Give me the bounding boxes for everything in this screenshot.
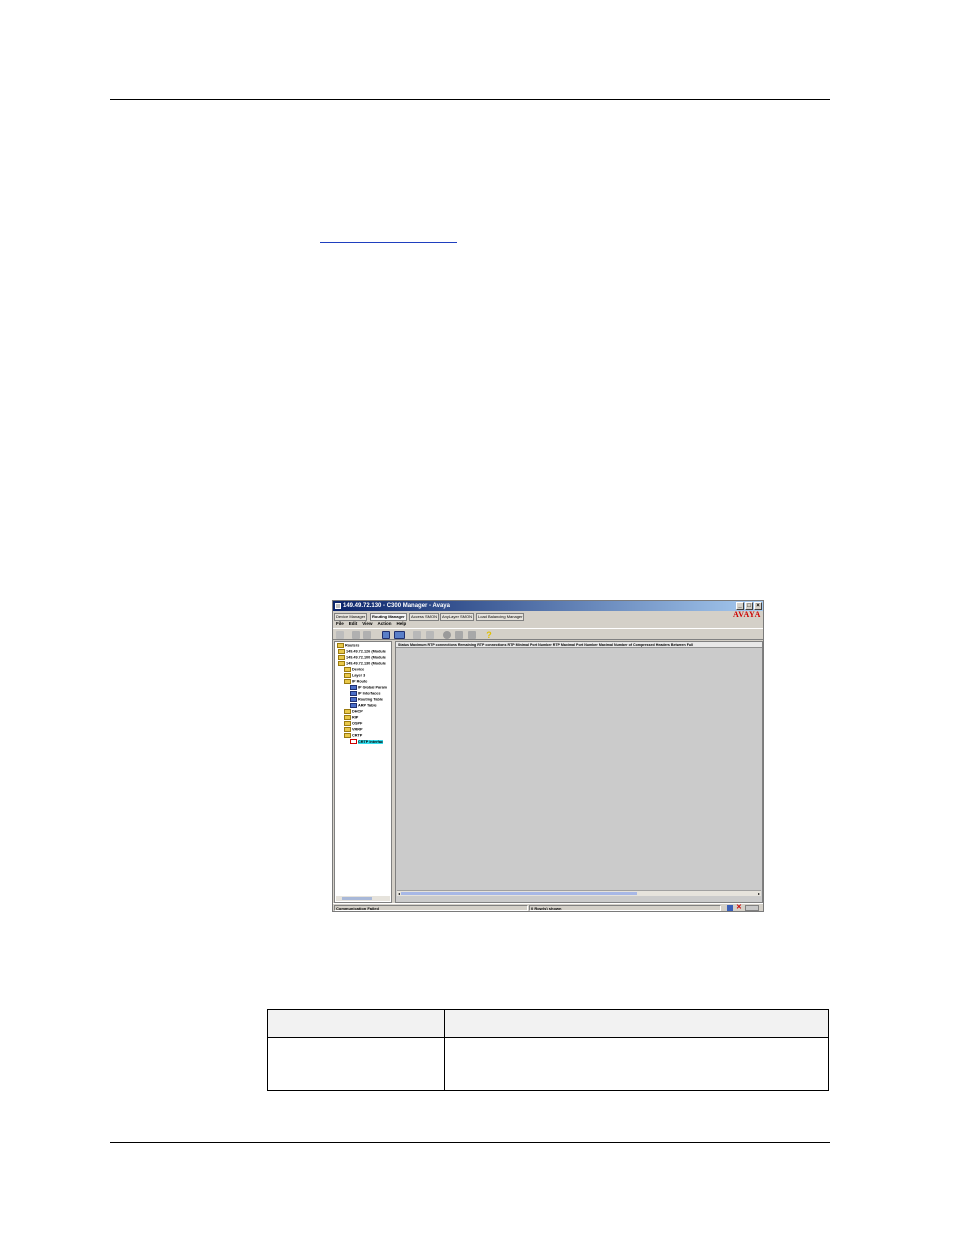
folder-icon [344, 673, 351, 678]
tree-item-label: 149.49.72.100 (Module [346, 655, 386, 660]
c300-manager-screenshot: 149.49.72.130 - C300 Manager - Avaya _ □… [332, 600, 764, 912]
menu-file[interactable]: File [336, 620, 344, 628]
table-icon [350, 739, 357, 744]
window-titlebar: 149.49.72.130 - C300 Manager - Avaya _ □… [333, 601, 763, 611]
router-tree: Routers 149.49.72.126 (Module 149.49.72.10… [334, 641, 392, 903]
folder-icon [344, 733, 351, 738]
tree-item-label: CRTP [352, 733, 363, 738]
monitor-icon[interactable] [727, 905, 733, 911]
tree-scroll-thumb[interactable] [342, 897, 372, 900]
scroll-right-icon[interactable]: ▸ [757, 891, 761, 896]
avaya-logo: AVAYA [733, 610, 761, 619]
table-icon [350, 685, 357, 690]
tree-item[interactable]: RIP [344, 715, 358, 721]
tree-item[interactable]: Routing Table [350, 697, 383, 703]
toolbar: ? [333, 628, 763, 640]
graph-icon[interactable] [394, 631, 405, 639]
record-icon[interactable] [443, 631, 451, 639]
status-bar: Communication Failed 0 Row(s) shown ✕ [333, 903, 763, 911]
tree-item-label: 149.49.72.130 (Module [346, 661, 386, 666]
tree-item[interactable]: IP Global Param [350, 685, 387, 691]
tree-item[interactable]: Layer 3 [344, 673, 365, 679]
tree-item[interactable]: DHCP [344, 709, 363, 715]
error-icon[interactable]: ✕ [736, 904, 742, 911]
crtp-table-pane: Status Maximum RTP connections Remaining… [395, 641, 763, 903]
tree-item[interactable]: ARP Table [350, 703, 377, 709]
tree-item-label: ARP Table [358, 703, 377, 708]
folder-icon [344, 721, 351, 726]
router-icon [338, 655, 345, 660]
menu-help[interactable]: Help [396, 620, 406, 628]
view-icon[interactable] [382, 631, 390, 639]
footer-rule [110, 1142, 830, 1143]
tree-item-label: DHCP [352, 709, 363, 714]
save-icon[interactable] [426, 631, 434, 639]
tree-item-label: RIP [352, 715, 359, 720]
print-icon[interactable] [413, 631, 421, 639]
tool-icon[interactable] [468, 631, 476, 639]
copy-icon[interactable] [352, 631, 360, 639]
tree-item[interactable]: 149.49.72.130 (Module [338, 661, 386, 667]
header-rule [110, 99, 830, 100]
tree-item-label: IP Global Param [358, 685, 388, 690]
undo-icon[interactable] [336, 631, 344, 639]
table-cell [268, 1038, 444, 1090]
tree-item[interactable]: IP Interfaces [350, 691, 381, 697]
folder-icon [344, 727, 351, 732]
tree-item[interactable]: CRTP Interfac [350, 739, 384, 745]
folder-icon [344, 709, 351, 714]
menu-bar: File Edit View Action Help [333, 620, 763, 628]
tree-item-label: OSPF [352, 721, 363, 726]
tree-item[interactable]: Device [344, 667, 364, 673]
menu-view[interactable]: View [362, 620, 372, 628]
menu-action[interactable]: Action [377, 620, 391, 628]
tree-item-label: 149.49.72.126 (Module [346, 649, 386, 654]
folder-icon [344, 679, 351, 684]
table-icon [350, 691, 357, 696]
table-scroll-thumb[interactable] [401, 892, 637, 895]
table-cell [445, 1038, 828, 1090]
connection-icon[interactable] [745, 905, 759, 911]
paste-icon[interactable] [363, 631, 371, 639]
menu-edit[interactable]: Edit [349, 620, 358, 628]
tree-item-label: VRRP [352, 727, 363, 732]
tree-item-label: Device [352, 667, 365, 672]
tree-item-label: CRTP Interfac [358, 739, 384, 744]
tree-item[interactable]: 149.49.72.126 (Module [338, 649, 386, 655]
table-scrollbar[interactable]: ◂ ▸ [397, 890, 761, 896]
tree-item[interactable]: Routers [337, 643, 359, 649]
app-icon [335, 603, 341, 609]
router-icon [338, 649, 345, 654]
hyperlink-underline[interactable] [320, 242, 457, 243]
folder-icon [344, 715, 351, 720]
tree-item[interactable]: IP Route [344, 679, 367, 685]
tree-item-label: Routing Table [358, 697, 384, 702]
upload-icon[interactable] [455, 631, 463, 639]
tree-item-label: IP Route [352, 679, 368, 684]
parameter-table [267, 1009, 829, 1091]
manager-tabs: Device Manager Routing Manager Access SM… [333, 612, 763, 621]
tree-item-label: IP Interfaces [358, 691, 381, 696]
tree-scrollbar[interactable] [336, 896, 390, 901]
table-icon [350, 703, 357, 708]
tree-item-label: Routers [345, 643, 360, 648]
tree-item[interactable]: CRTP [344, 733, 362, 739]
header-cell-2 [445, 1010, 828, 1038]
tree-item[interactable]: 149.49.72.100 (Module [338, 655, 386, 661]
folder-icon [344, 667, 351, 672]
tree-item[interactable]: OSPF [344, 721, 362, 727]
tree-item-label: Layer 3 [352, 673, 366, 678]
status-message: Communication Failed [334, 905, 528, 911]
folder-icon [337, 643, 344, 648]
window-title: 149.49.72.130 - C300 Manager - Avaya [343, 603, 450, 609]
table-header[interactable]: Status Maximum RTP connections Remaining… [396, 642, 762, 648]
help-icon[interactable]: ? [485, 631, 493, 640]
router-icon [338, 661, 345, 666]
table-icon [350, 697, 357, 702]
tree-item[interactable]: VRRP [344, 727, 363, 733]
header-cell-1 [268, 1010, 444, 1038]
row-count: 0 Row(s) shown [529, 905, 721, 911]
